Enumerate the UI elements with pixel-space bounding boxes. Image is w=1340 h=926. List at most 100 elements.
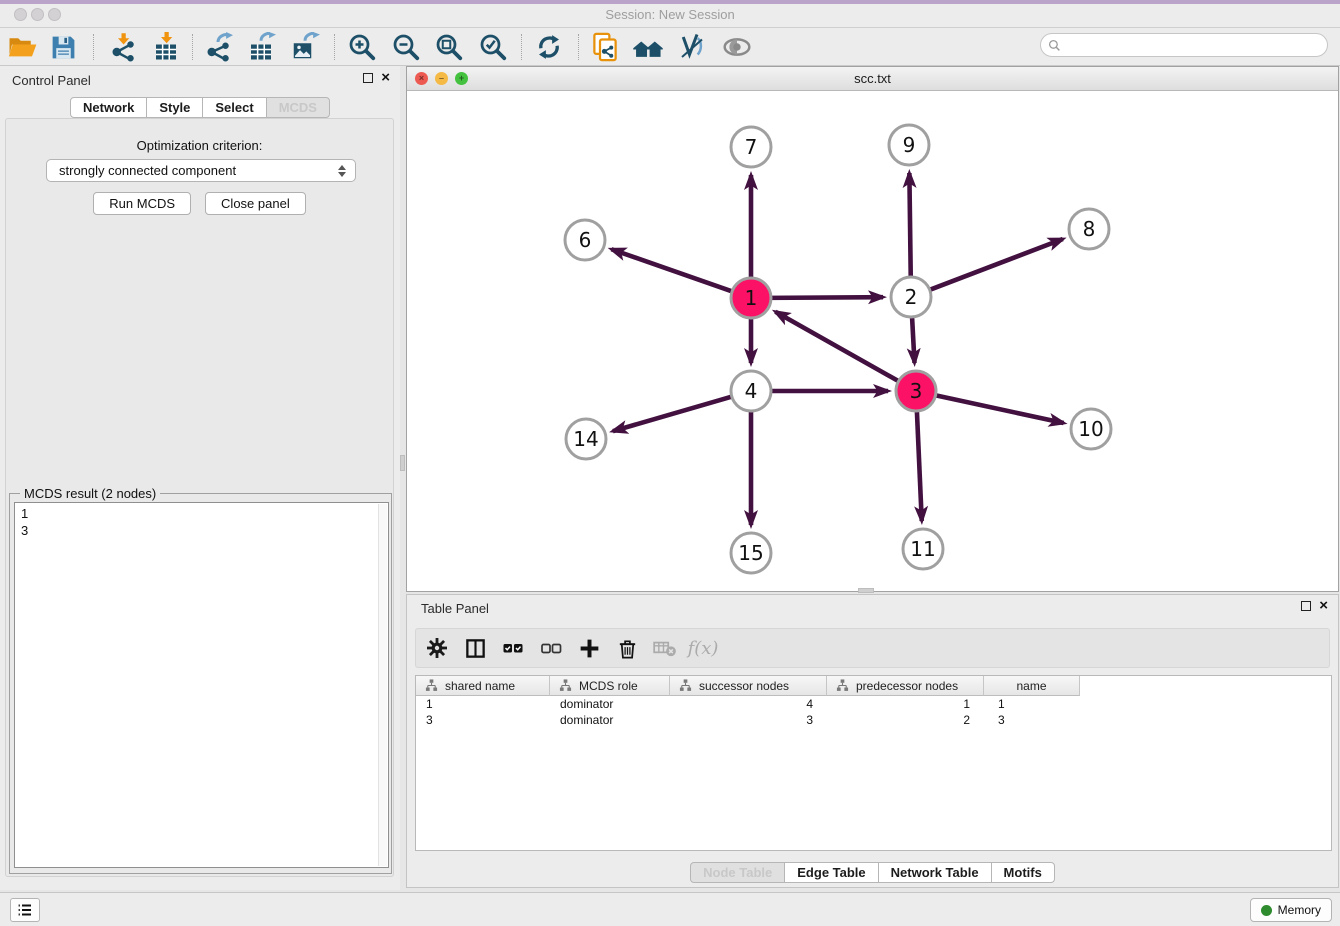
task-history-button[interactable]: [10, 898, 40, 922]
mcds-result-group: MCDS result (2 nodes) 1 3: [9, 493, 392, 874]
table-panel-tabs: Node TableEdge TableNetwork TableMotifs: [407, 862, 1338, 883]
add-column-button[interactable]: [575, 634, 603, 662]
mcds-result-textarea[interactable]: 1 3: [14, 502, 389, 868]
list-icon: [16, 901, 34, 919]
float-panel-icon[interactable]: [1301, 601, 1311, 611]
column-header-shared-name[interactable]: shared name: [416, 676, 550, 696]
export-image-icon: [290, 32, 320, 62]
edge-1-6[interactable]: [611, 249, 734, 292]
tab-network[interactable]: Network: [70, 97, 147, 118]
edge-3-1[interactable]: [775, 312, 900, 382]
node-table[interactable]: shared nameMCDS rolesuccessor nodes prede…: [415, 675, 1332, 851]
refresh-view-button[interactable]: [532, 30, 566, 64]
table-cell[interactable]: 2: [827, 712, 984, 728]
table-row[interactable]: 1dominator411: [416, 696, 1331, 712]
clone-network-icon: [590, 32, 620, 62]
control-panel-title: Control Panel: [12, 73, 91, 88]
edge-3-10[interactable]: [934, 395, 1064, 423]
function-builder-icon: f(x): [688, 638, 719, 659]
edge-2-3[interactable]: [912, 315, 915, 363]
open-session-button[interactable]: [5, 30, 39, 64]
float-panel-icon[interactable]: [363, 73, 373, 83]
network-canvas[interactable]: 1234678910111415: [407, 91, 1338, 591]
split-view-button[interactable]: [461, 634, 489, 662]
table-cell[interactable]: 4: [670, 696, 827, 712]
select-all-columns-button[interactable]: [499, 634, 527, 662]
edge-3-11[interactable]: [917, 409, 922, 521]
table-cell[interactable]: 3: [670, 712, 827, 728]
unselect-all-columns-button[interactable]: [537, 634, 565, 662]
memory-button[interactable]: Memory: [1250, 898, 1332, 922]
clone-network-button[interactable]: [588, 30, 622, 64]
zoom-out-button[interactable]: [389, 30, 423, 64]
vertical-splitter-handle[interactable]: [400, 455, 405, 471]
export-network-button[interactable]: [201, 30, 235, 64]
close-panel-button[interactable]: Close panel: [205, 192, 306, 215]
table-row[interactable]: 3dominator323: [416, 712, 1331, 728]
delete-columns-button[interactable]: [613, 634, 641, 662]
column-type-icon: [836, 679, 849, 692]
toggle-graphics-details-button[interactable]: [675, 30, 709, 64]
tab-select[interactable]: Select: [202, 97, 266, 118]
edge-1-2[interactable]: [769, 297, 883, 298]
zoom-in-button[interactable]: [345, 30, 379, 64]
edge-2-8[interactable]: [928, 239, 1063, 291]
import-network-button[interactable]: [106, 30, 140, 64]
node-label-6: 6: [579, 228, 592, 252]
column-header-MCDS-role[interactable]: MCDS role: [550, 676, 670, 696]
close-panel-icon[interactable]: ×: [1319, 601, 1328, 611]
tab-mcds[interactable]: MCDS: [266, 97, 330, 118]
tab-motifs[interactable]: Motifs: [991, 862, 1055, 883]
column-header-name[interactable]: name: [984, 676, 1080, 696]
eye-button[interactable]: [720, 30, 754, 64]
mcds-result-line: 1: [21, 505, 382, 522]
criterion-value: strongly connected component: [47, 163, 335, 178]
column-header-label: name: [1016, 679, 1046, 693]
export-image-button[interactable]: [288, 30, 322, 64]
close-panel-icon[interactable]: ×: [381, 73, 390, 83]
table-cell[interactable]: dominator: [550, 696, 670, 712]
edge-2-9[interactable]: [909, 173, 910, 279]
toggle-graphics-details-icon: [677, 32, 707, 62]
export-table-button[interactable]: [244, 30, 278, 64]
toolbar-separator: [334, 34, 335, 60]
tab-edge-table[interactable]: Edge Table: [784, 862, 878, 883]
tab-network-table[interactable]: Network Table: [878, 862, 992, 883]
home-button[interactable]: [631, 30, 665, 64]
eye-icon: [721, 32, 753, 62]
horizontal-splitter-handle[interactable]: [858, 588, 874, 593]
import-table-button[interactable]: [149, 30, 183, 64]
zoom-out-icon: [391, 32, 421, 62]
toolbar-separator: [192, 34, 193, 60]
tab-style[interactable]: Style: [146, 97, 203, 118]
optimization-criterion-label: Optimization criterion:: [6, 138, 393, 153]
import-table-icon: [151, 32, 181, 62]
table-cell[interactable]: dominator: [550, 712, 670, 728]
criterion-select[interactable]: strongly connected component: [46, 159, 356, 182]
table-cell[interactable]: 1: [416, 696, 550, 712]
table-cell[interactable]: 1: [984, 696, 1080, 712]
zoom-fit-button[interactable]: [432, 30, 466, 64]
table-settings-button[interactable]: [423, 634, 451, 662]
refresh-view-icon: [534, 32, 564, 62]
mcds-panel: Optimization criterion: strongly connect…: [5, 118, 394, 877]
table-cell[interactable]: 1: [827, 696, 984, 712]
run-mcds-button[interactable]: Run MCDS: [93, 192, 191, 215]
zoom-selected-button[interactable]: [476, 30, 510, 64]
tab-node-table[interactable]: Node Table: [690, 862, 785, 883]
node-label-2: 2: [905, 285, 918, 309]
column-header-label: predecessor nodes: [856, 679, 958, 693]
table-cell[interactable]: 3: [984, 712, 1080, 728]
network-view-title: scc.txt: [407, 71, 1338, 86]
network-window-titlebar[interactable]: × – + scc.txt: [407, 67, 1338, 91]
save-session-button[interactable]: [46, 30, 80, 64]
column-header-predecessor-nodes[interactable]: predecessor nodes: [827, 676, 984, 696]
node-label-7: 7: [745, 135, 758, 159]
column-header-successor-nodes[interactable]: successor nodes: [670, 676, 827, 696]
node-table-header: shared nameMCDS rolesuccessor nodes prede…: [416, 676, 1080, 696]
search-input[interactable]: [1061, 35, 1327, 55]
edge-4-14[interactable]: [613, 396, 734, 431]
save-session-icon: [49, 33, 78, 62]
scrollbar[interactable]: [378, 504, 387, 866]
table-cell[interactable]: 3: [416, 712, 550, 728]
